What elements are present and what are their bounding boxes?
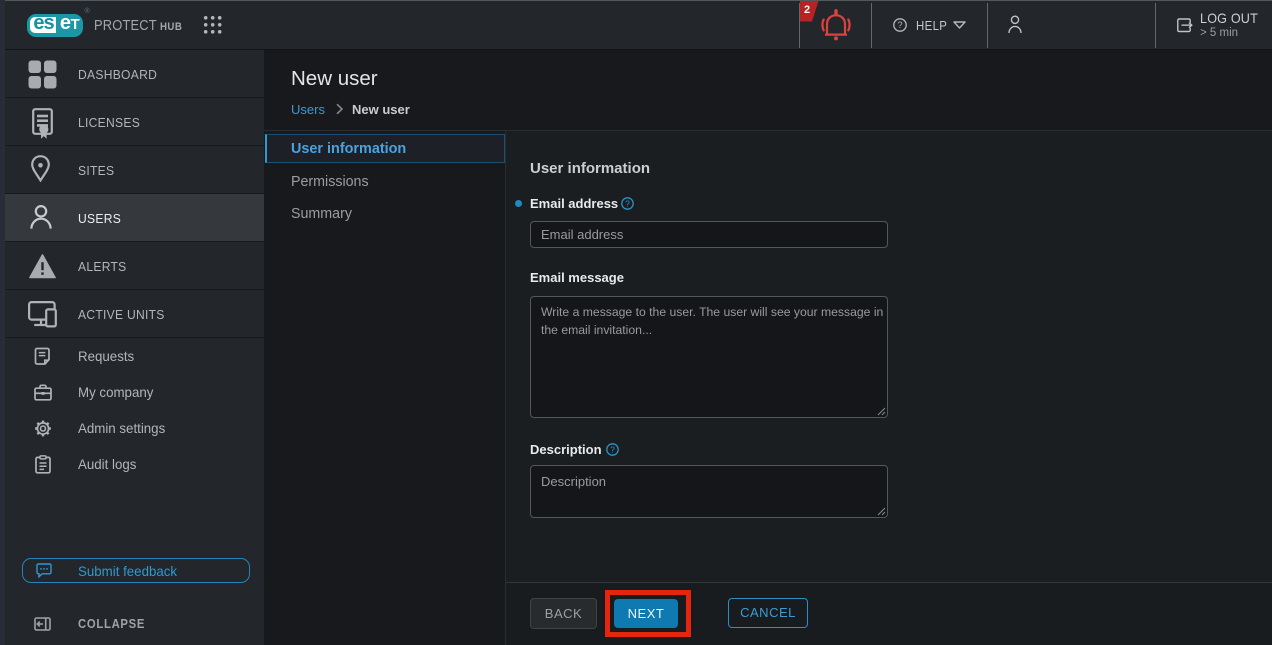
svg-text:?: ? [897,20,902,30]
svg-text:?: ? [625,199,630,209]
svg-text:?: ? [610,445,615,455]
